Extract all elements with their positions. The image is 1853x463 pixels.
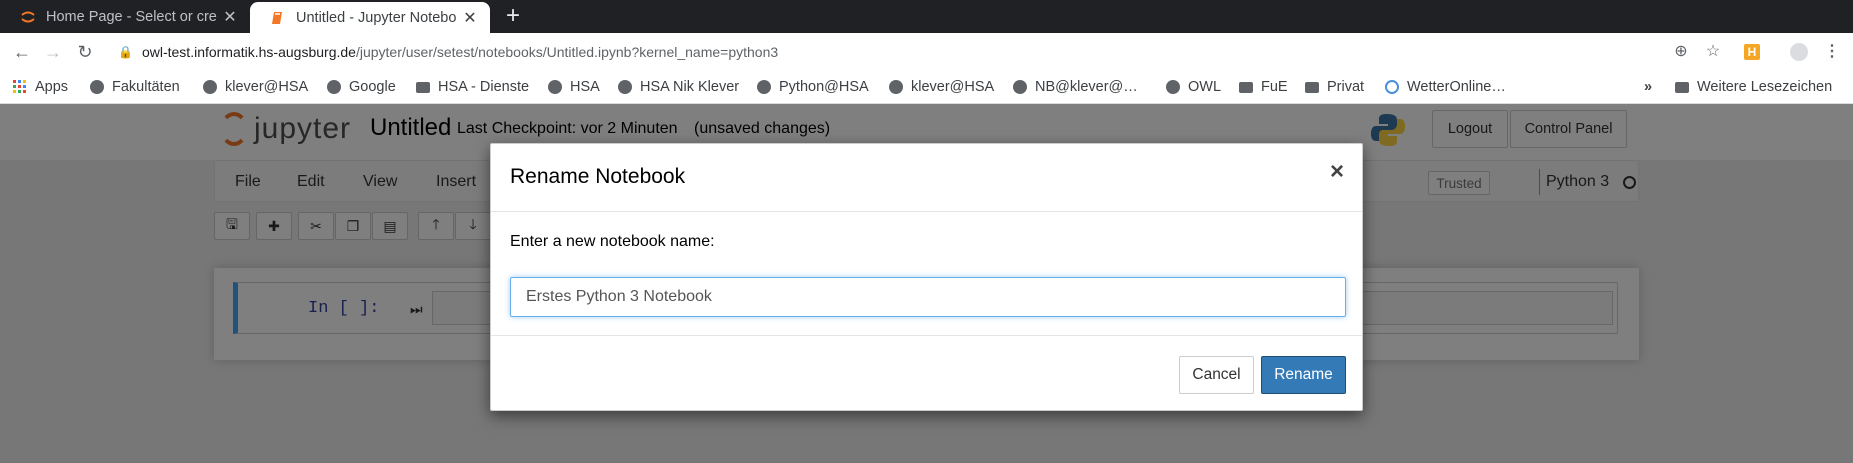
bookmark-label: OWL [1188,79,1222,95]
globe-icon [1013,80,1027,94]
bookmark-hsa-dienste[interactable]: HSA - Dienste [416,77,529,97]
bookmark-label: Fakultäten [112,79,180,95]
tab-title: Home Page - Select or cre [46,8,217,25]
other-bookmarks-folder[interactable]: Weitere Lesezeichen [1675,77,1832,97]
bookmark-wetteronline[interactable]: WetterOnline… [1385,77,1506,97]
bookmark-klever-hsa[interactable]: klever@HSA [203,77,308,97]
bookmark-hsa[interactable]: HSA [548,77,600,97]
bookmark-google[interactable]: Google [327,77,396,97]
dialog-title: Rename Notebook [510,165,686,188]
star-bookmark-icon[interactable]: ☆ [1703,42,1723,62]
bookmark-owl[interactable]: OWL [1166,77,1221,97]
tab-title: Untitled - Jupyter Notebo [296,9,457,26]
globe-icon [548,80,562,94]
forward-arrow-icon[interactable]: → [42,41,64,63]
dialog-header: Rename Notebook × [491,144,1362,212]
weather-icon [1385,80,1399,94]
bookmark-label: Apps [35,79,69,95]
extension-icon[interactable]: H [1744,44,1760,60]
globe-icon [618,80,632,94]
bookmarks-overflow-button[interactable]: » [1644,77,1652,97]
reload-icon[interactable]: ↻ [74,41,96,63]
globe-icon [757,80,771,94]
bookmark-fakultaeten[interactable]: Fakultäten [90,77,180,97]
zoom-icon[interactable]: ⊕ [1671,42,1691,62]
cancel-button[interactable]: Cancel [1179,356,1254,394]
bookmark-label: HSA Nik Klever [640,79,740,95]
tab-untitled-notebook[interactable]: Untitled - Jupyter Notebo ✕ [250,2,490,33]
bookmark-python-hsa[interactable]: Python@HSA [757,77,869,97]
folder-icon [1239,81,1253,93]
bookmark-label: klever@HSA [911,79,995,95]
folder-icon [416,81,430,93]
apps-grid-icon [13,80,26,93]
browser-menu-icon[interactable]: ⋮ [1822,42,1842,62]
dialog-footer: Cancel Rename [491,335,1362,412]
back-arrow-icon[interactable]: ← [11,41,33,63]
bookmark-nb-klever[interactable]: NB@klever@… [1013,77,1138,97]
bookmark-label: WetterOnline… [1407,79,1506,95]
profile-avatar-icon[interactable] [1790,43,1808,61]
tab-close-icon[interactable]: ✕ [220,7,240,27]
globe-icon [1166,80,1180,94]
bookmark-label: Privat [1327,79,1365,95]
tab-home-page[interactable]: Home Page - Select or cre ✕ [0,0,250,33]
folder-icon [1305,81,1319,93]
bookmark-klever-hsa-2[interactable]: klever@HSA [889,77,994,97]
globe-icon [889,80,903,94]
jupyter-favicon-icon [21,11,35,22]
globe-icon [90,80,104,94]
notebook-name-label: Enter a new notebook name: [510,233,715,250]
url-path: /jupyter/user/setest/notebooks/Untitled.… [355,44,779,60]
lock-icon: 🔒 [118,45,133,59]
bookmark-label: HSA [570,79,600,95]
notebook-favicon-icon [272,11,282,24]
bookmark-label: klever@HSA [225,79,309,95]
bookmark-label: HSA - Dienste [438,79,530,95]
bookmark-label: Python@HSA [779,79,869,95]
new-tab-button[interactable]: + [500,4,526,30]
bookmark-label: FuE [1261,79,1288,95]
bookmarks-bar: Apps Fakultäten klever@HSA Google HSA - … [0,71,1853,104]
bookmark-apps[interactable]: Apps [13,77,68,97]
bookmark-label: NB@klever@… [1035,79,1138,95]
rename-button[interactable]: Rename [1261,356,1346,394]
address-bar[interactable]: 🔒 owl-test.informatik.hs-augsburg.de/jup… [118,39,1678,65]
bookmark-fue[interactable]: FuE [1239,77,1288,97]
bookmark-privat[interactable]: Privat [1305,77,1364,97]
close-icon[interactable]: × [1330,158,1344,186]
bookmark-hsa-nik-klever[interactable]: HSA Nik Klever [618,77,739,97]
notebook-name-input[interactable] [510,277,1346,317]
globe-icon [327,80,341,94]
url-host: owl-test.informatik.hs-augsburg.de [141,44,356,60]
tab-close-icon[interactable]: ✕ [460,8,480,28]
folder-icon [1675,81,1689,93]
browser-tab-strip: Home Page - Select or cre ✕ Untitled - J… [0,0,1853,33]
bookmark-label: Google [349,79,396,95]
browser-toolbar: ← → ↻ 🔒 owl-test.informatik.hs-augsburg.… [0,33,1853,71]
globe-icon [203,80,217,94]
bookmark-label: Weitere Lesezeichen [1697,79,1833,95]
rename-notebook-dialog: Rename Notebook × Enter a new notebook n… [490,143,1363,411]
